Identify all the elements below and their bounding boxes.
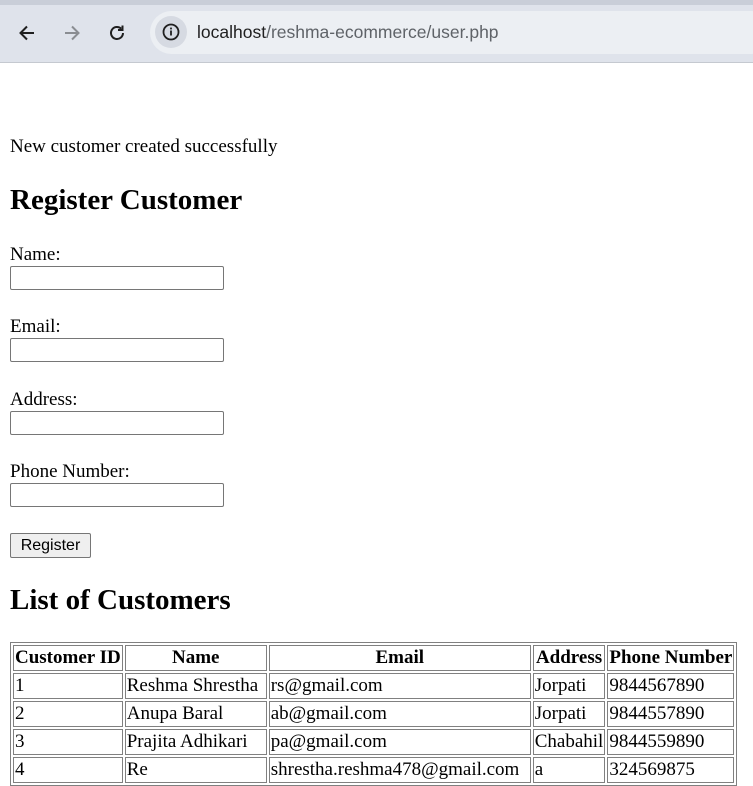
cell-phone: 324569875 — [607, 757, 735, 783]
cell-address: a — [532, 757, 606, 783]
cell-name: Prajita Adhikari — [124, 729, 267, 755]
back-arrow-icon — [19, 25, 34, 41]
name-label: Name: — [10, 244, 61, 265]
column-header: Name — [124, 645, 267, 671]
phone-input[interactable] — [10, 483, 224, 507]
cell-id: 2 — [13, 701, 123, 727]
address-bar[interactable]: localhost/reshma-ecommerce/user.php — [150, 11, 753, 54]
email-label: Email: — [10, 316, 61, 337]
cell-address: Jorpati — [532, 673, 606, 699]
reload-icon — [110, 25, 124, 40]
name-input[interactable] — [10, 266, 224, 290]
forward-button[interactable] — [56, 17, 88, 49]
tab-strip-edge — [0, 0, 753, 5]
url-path: /reshma-ecommerce/user.php — [266, 22, 499, 42]
success-message: New customer created successfully — [10, 136, 278, 157]
cell-name: Re — [124, 757, 267, 783]
cell-phone: 9844557890 — [607, 701, 735, 727]
cell-name: Anupa Baral — [124, 701, 267, 727]
table-row: 1 Reshma Shrestha rs@gmail.com Jorpati 9… — [13, 673, 735, 699]
info-icon — [162, 23, 180, 41]
cell-email: pa@gmail.com — [268, 729, 531, 755]
site-info-button[interactable] — [155, 16, 187, 48]
cell-id: 3 — [13, 729, 123, 755]
address-input[interactable] — [10, 411, 224, 435]
back-button[interactable] — [11, 17, 43, 49]
phone-label: Phone Number: — [10, 461, 130, 482]
cell-phone: 9844559890 — [607, 729, 735, 755]
column-header: Email — [268, 645, 531, 671]
url-text[interactable]: localhost/reshma-ecommerce/user.php — [197, 22, 499, 43]
customers-table: Customer ID Name Email Address Phone Num… — [10, 642, 738, 786]
customers-heading: List of Customers — [10, 584, 231, 616]
cell-email: rs@gmail.com — [268, 673, 531, 699]
address-label: Address: — [10, 389, 78, 410]
cell-phone: 9844567890 — [607, 673, 735, 699]
table-row: 4 Re shrestha.reshma478@gmail.com a 3245… — [13, 757, 735, 783]
column-header: Address — [532, 645, 606, 671]
reload-button[interactable] — [101, 17, 133, 49]
cell-id: 4 — [13, 757, 123, 783]
cell-address: Chabahil — [532, 729, 606, 755]
table-header-row: Customer ID Name Email Address Phone Num… — [13, 645, 735, 671]
forward-arrow-icon — [65, 25, 80, 41]
email-input[interactable] — [10, 338, 224, 362]
cell-email: shrestha.reshma478@gmail.com — [268, 757, 531, 783]
column-header: Customer ID — [13, 645, 123, 671]
cell-name: Reshma Shrestha — [124, 673, 267, 699]
cell-address: Jorpati — [532, 701, 606, 727]
cell-id: 1 — [13, 673, 123, 699]
cell-email: ab@gmail.com — [268, 701, 531, 727]
url-host: localhost — [197, 22, 267, 42]
table-row: 2 Anupa Baral ab@gmail.com Jorpati 98445… — [13, 701, 735, 727]
column-header: Phone Number — [607, 645, 735, 671]
browser-toolbar: localhost/reshma-ecommerce/user.php — [0, 0, 753, 63]
register-heading: Register Customer — [10, 184, 243, 216]
table-row: 3 Prajita Adhikari pa@gmail.com Chabahil… — [13, 729, 735, 755]
register-button[interactable]: Register — [10, 533, 91, 558]
